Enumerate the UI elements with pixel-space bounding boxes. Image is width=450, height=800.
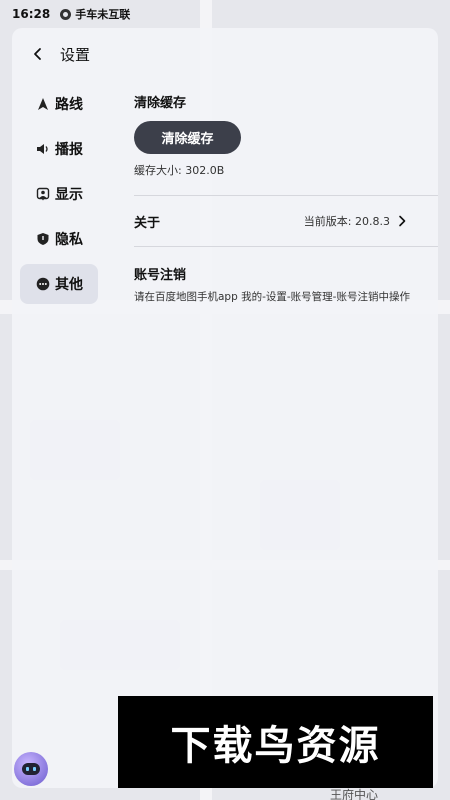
nav-item-route[interactable]: 路线 bbox=[20, 84, 98, 124]
person-pin-icon bbox=[36, 187, 50, 201]
account-section: 账号注销 请在百度地图手机app 我的-设置-账号管理-账号注销中操作 bbox=[134, 247, 438, 304]
speaker-icon bbox=[36, 142, 50, 156]
connection-icon bbox=[60, 8, 72, 20]
about-label: 关于 bbox=[134, 215, 161, 231]
voice-assistant-button[interactable] bbox=[14, 752, 48, 786]
account-description: 请在百度地图手机app 我的-设置-账号管理-账号注销中操作 bbox=[134, 291, 410, 303]
map-place-label: 王府中心 bbox=[330, 788, 379, 800]
version-text: 当前版本: 20.8.3 bbox=[303, 215, 390, 228]
nav-item-display[interactable]: 显示 bbox=[20, 174, 98, 214]
nav-item-label: 路线 bbox=[55, 97, 83, 113]
cache-title: 清除缓存 bbox=[134, 96, 187, 111]
more-dots-icon bbox=[36, 277, 50, 291]
nav-item-label: 隐私 bbox=[55, 232, 83, 248]
status-time: 16:28 bbox=[12, 7, 51, 21]
version-info: 当前版本: 20.8.3 bbox=[304, 213, 408, 229]
connection-label: 手车未互联 bbox=[75, 8, 131, 21]
nav-item-privacy[interactable]: 隐私 bbox=[20, 219, 98, 259]
account-title: 账号注销 bbox=[134, 268, 187, 283]
robot-icon bbox=[22, 763, 40, 775]
about-row[interactable]: 关于 当前版本: 20.8.3 bbox=[134, 196, 438, 246]
status-bar: 16:28 手车未互联 bbox=[0, 0, 450, 28]
settings-sidebar: 路线 播报 显示 隐私 其他 bbox=[20, 84, 98, 309]
back-button[interactable] bbox=[20, 34, 56, 74]
clear-cache-button[interactable]: 清除缓存 bbox=[134, 121, 241, 154]
shield-icon bbox=[36, 232, 50, 246]
cache-size: 缓存大小: 302.0B bbox=[134, 164, 225, 177]
nav-item-label: 播报 bbox=[55, 142, 83, 158]
chevron-right-icon bbox=[399, 215, 406, 227]
cache-section: 清除缓存 清除缓存 缓存大小: 302.0B bbox=[134, 84, 438, 178]
nav-item-label: 其他 bbox=[55, 277, 83, 293]
nav-item-broadcast[interactable]: 播报 bbox=[20, 129, 98, 169]
settings-content: 清除缓存 清除缓存 缓存大小: 302.0B 关于 当前版本: 20.8.3 账… bbox=[134, 84, 438, 304]
panel-header: 设置 bbox=[12, 28, 438, 80]
navigation-arrow-icon bbox=[36, 97, 50, 111]
settings-panel: 设置 路线 播报 显示 隐私 其他 清除缓存 清除缓存 缓存大小: 302.0B… bbox=[12, 28, 438, 788]
watermark-logo: 下载鸟资源 bbox=[118, 696, 433, 788]
chevron-left-icon bbox=[34, 48, 41, 60]
page-title: 设置 bbox=[60, 45, 91, 64]
connection-status: 手车未互联 bbox=[60, 6, 130, 22]
nav-item-label: 显示 bbox=[55, 187, 83, 203]
nav-item-other[interactable]: 其他 bbox=[20, 264, 98, 304]
